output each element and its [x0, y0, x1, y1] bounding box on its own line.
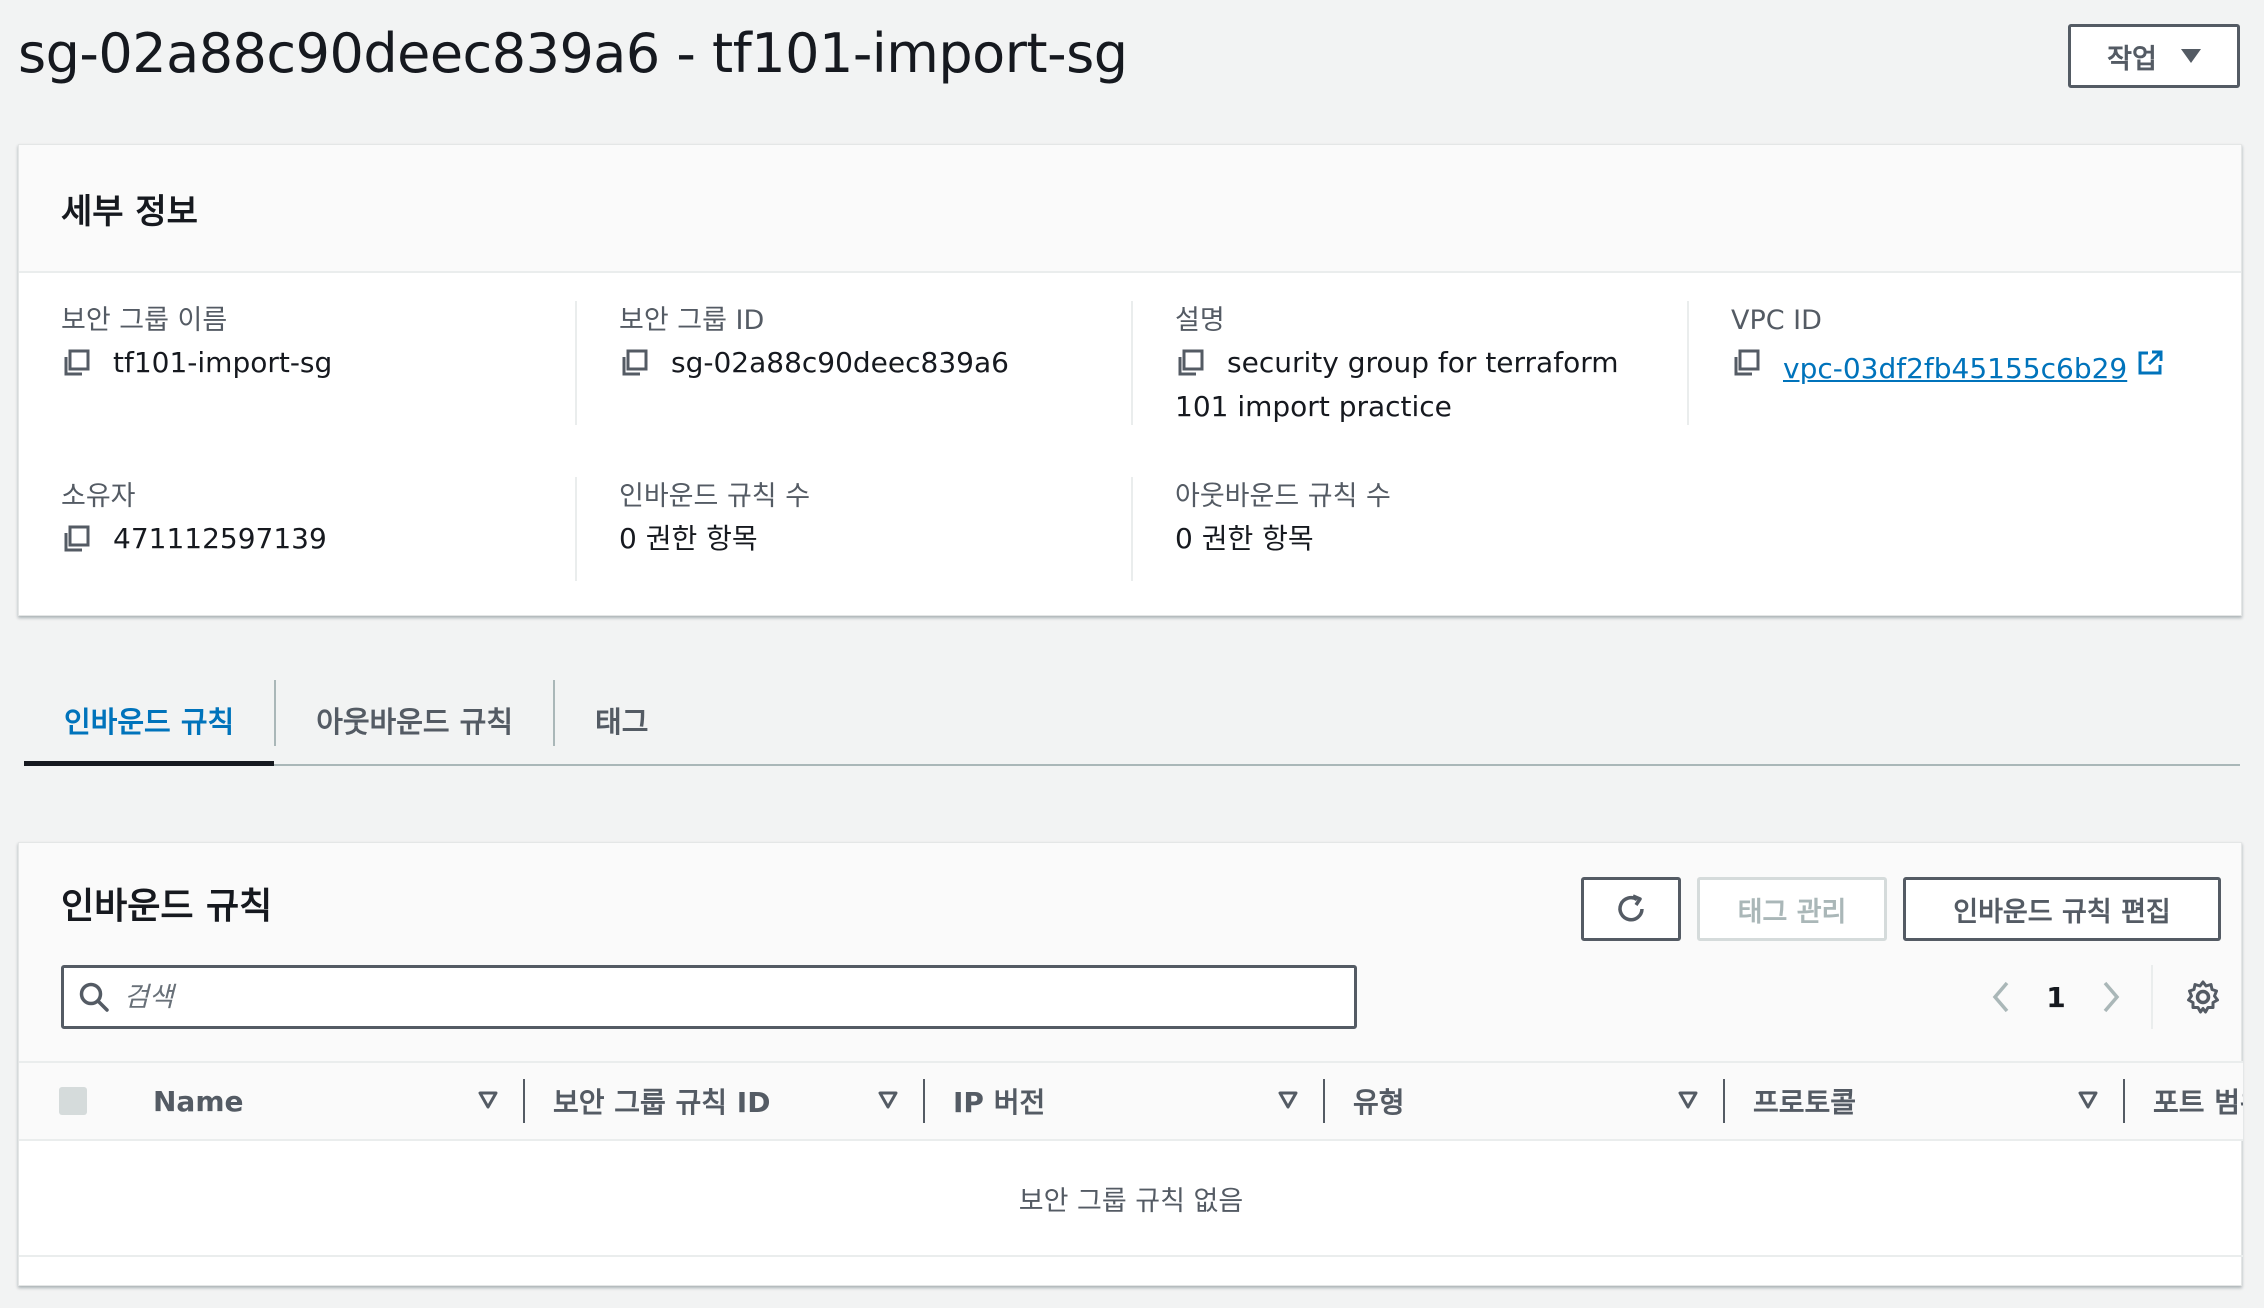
sg-name-label: 보안 그룹 이름 [61, 305, 228, 336]
search-input[interactable] [124, 981, 1354, 1013]
sort-down-icon[interactable] [1677, 1089, 1699, 1115]
inbound-rules-panel: 인바운드 규칙 태그 관리 인바운드 규칙 편집 1 Name [18, 842, 2243, 1286]
select-all-checkbox[interactable] [59, 1087, 87, 1115]
column-label: Name [153, 1084, 244, 1118]
outbound-count-field: 아웃바운드 규칙 수 0 권한 항목 [1131, 477, 1687, 581]
copy-icon[interactable] [1175, 341, 1207, 385]
edit-inbound-rules-button[interactable]: 인바운드 규칙 편집 [1903, 877, 2221, 941]
sg-name-row: tf101-import-sg [61, 341, 575, 385]
details-panel: 세부 정보 보안 그룹 이름 tf101-import-sg 보안 그룹 ID … [18, 144, 2242, 616]
sort-down-icon[interactable] [877, 1089, 899, 1115]
owner-label: 소유자 [61, 481, 136, 512]
chevron-right-icon[interactable] [2089, 965, 2133, 1029]
vpc-id-field: VPC ID vpc-03df2fb45155c6b29 [1687, 301, 2243, 425]
refresh-button[interactable] [1581, 877, 1681, 941]
actions-button-label: 작업 [2107, 43, 2157, 75]
description-value: security group for terraform 101 import … [1175, 346, 1619, 423]
external-link-icon[interactable] [2135, 341, 2165, 385]
sort-down-icon[interactable] [1277, 1089, 1299, 1115]
inbound-count-label: 인바운드 규칙 수 [619, 481, 811, 512]
vpc-id-link[interactable]: vpc-03df2fb45155c6b29 [1783, 352, 2127, 385]
details-grid: 보안 그룹 이름 tf101-import-sg 보안 그룹 ID sg-02a… [19, 273, 2241, 615]
rules-title: 인바운드 규칙 [61, 886, 273, 927]
description-label: 설명 [1175, 305, 1225, 336]
pagination: 1 [1979, 965, 2225, 1029]
sg-id-row: sg-02a88c90deec839a6 [619, 341, 1131, 385]
copy-icon[interactable] [619, 341, 651, 385]
column-label: 포트 범위 [2153, 1086, 2243, 1119]
owner-field: 소유자 471112597139 [19, 477, 575, 581]
caret-down-icon [2180, 49, 2201, 63]
column-header-port-range[interactable]: 포트 범위 [2125, 1063, 2243, 1139]
column-label: 보안 그룹 규칙 ID [553, 1086, 771, 1119]
sg-id-value: sg-02a88c90deec839a6 [671, 346, 1009, 379]
inbound-count-field: 인바운드 규칙 수 0 권한 항목 [575, 477, 1131, 581]
column-header-type[interactable]: 유형 [1325, 1063, 1725, 1139]
actions-button[interactable]: 작업 [2068, 24, 2240, 88]
vpc-id-label: VPC ID [1731, 305, 1822, 336]
tab-outbound-rules[interactable]: 아웃바운드 규칙 [276, 676, 553, 764]
sort-down-icon[interactable] [2077, 1089, 2099, 1115]
outbound-count-value: 0 권한 항목 [1175, 522, 1314, 555]
column-header-ip-version[interactable]: IP 버전 [925, 1063, 1325, 1139]
inbound-count-value: 0 권한 항목 [619, 522, 758, 555]
empty-table-message: 보안 그룹 규칙 없음 [19, 1141, 2243, 1257]
tab-inbound-rules[interactable]: 인바운드 규칙 [24, 676, 275, 766]
vpc-id-row: vpc-03df2fb45155c6b29 [1731, 341, 2243, 391]
gear-icon[interactable] [2181, 965, 2225, 1029]
sg-name-value: tf101-import-sg [113, 346, 333, 379]
sg-id-field: 보안 그룹 ID sg-02a88c90deec839a6 [575, 301, 1131, 425]
pager-divider [2151, 965, 2153, 1029]
sg-id-label: 보안 그룹 ID [619, 305, 765, 336]
details-heading: 세부 정보 [61, 191, 198, 232]
column-label: IP 버전 [953, 1086, 1046, 1119]
tab-tags[interactable]: 태그 [555, 676, 688, 764]
page-title: sg-02a88c90deec839a6 - tf101-import-sg [18, 22, 1128, 85]
sg-name-field: 보안 그룹 이름 tf101-import-sg [19, 301, 575, 425]
rules-tabs: 인바운드 규칙 아웃바운드 규칙 태그 [24, 676, 2240, 766]
owner-row: 471112597139 [61, 517, 575, 561]
details-header: 세부 정보 [19, 145, 2241, 273]
outbound-count-label: 아웃바운드 규칙 수 [1175, 481, 1391, 512]
search-icon [79, 982, 109, 1012]
search-box [61, 965, 1357, 1029]
owner-value: 471112597139 [113, 522, 327, 555]
current-page[interactable]: 1 [2023, 981, 2089, 1014]
description-field: 설명 security group for terraform 101 impo… [1131, 301, 1687, 425]
description-row: security group for terraform 101 import … [1175, 341, 1645, 429]
column-header-protocol[interactable]: 프로토콜 [1725, 1063, 2125, 1139]
column-header-rule-id[interactable]: 보안 그룹 규칙 ID [525, 1063, 925, 1139]
sort-down-icon[interactable] [477, 1089, 499, 1115]
table-header: Name 보안 그룹 규칙 ID IP 버전 유형 프로토콜 포트 범위 [19, 1061, 2243, 1141]
column-label: 유형 [1353, 1086, 1405, 1119]
refresh-icon [1618, 894, 1644, 922]
manage-tags-button[interactable]: 태그 관리 [1697, 877, 1887, 941]
copy-icon[interactable] [61, 517, 93, 561]
column-label: 프로토콜 [1753, 1086, 1857, 1119]
column-header-name[interactable]: Name [125, 1063, 525, 1139]
chevron-left-icon[interactable] [1979, 965, 2023, 1029]
copy-icon[interactable] [1731, 341, 1763, 385]
copy-icon[interactable] [61, 341, 93, 385]
